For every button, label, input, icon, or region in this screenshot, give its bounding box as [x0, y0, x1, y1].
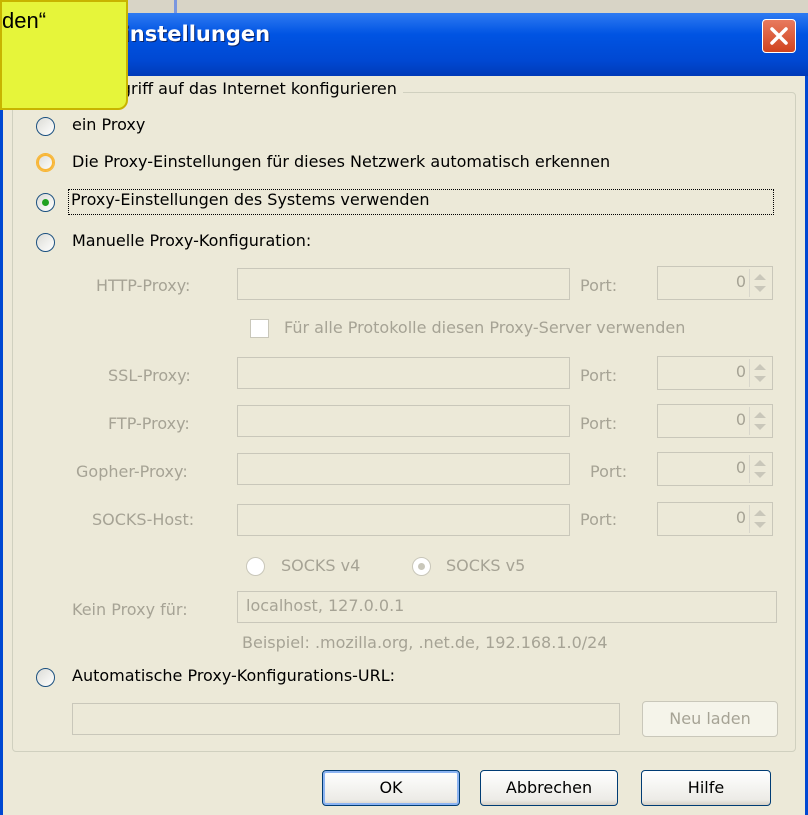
radio-socks-v4[interactable] [246, 557, 265, 576]
socks-port-label: Port: [580, 510, 618, 529]
spin-arrows-icon[interactable] [749, 359, 770, 387]
http-port-stepper[interactable]: 0 [657, 266, 773, 300]
gopher-port-stepper[interactable]: 0 [657, 452, 773, 486]
ssl-proxy-input[interactable] [237, 357, 570, 389]
http-port-value: 0 [735, 272, 746, 291]
radio-selected-dot [42, 199, 49, 206]
ssl-port-label: Port: [580, 366, 618, 385]
spin-arrows-icon[interactable] [749, 407, 770, 435]
radio-socks-v5-label[interactable]: SOCKS v5 [446, 556, 525, 575]
radio-auto-config-url[interactable] [36, 668, 55, 687]
gopher-proxy-input[interactable] [237, 453, 570, 485]
radio-selected-dot [418, 563, 425, 570]
no-proxy-for-input[interactable]: localhost, 127.0.0.1 [237, 591, 777, 623]
radio-manual-proxy[interactable] [36, 233, 55, 252]
http-port-label: Port: [580, 276, 618, 295]
radio-auto-detect-label[interactable]: Die Proxy-Einstellungen für dieses Netzw… [72, 152, 610, 171]
ssl-port-stepper[interactable]: 0 [657, 356, 773, 390]
close-button[interactable] [762, 19, 796, 53]
spin-arrows-icon[interactable] [749, 455, 770, 483]
ftp-proxy-input[interactable] [237, 405, 570, 437]
all-protocols-checkbox[interactable] [250, 319, 269, 338]
close-icon [770, 27, 788, 45]
ftp-port-value: 0 [735, 410, 746, 429]
radio-socks-v5[interactable] [412, 557, 431, 576]
reload-button[interactable]: Neu laden [642, 701, 778, 737]
auto-config-url-input[interactable] [72, 703, 620, 735]
radio-auto-detect[interactable] [36, 153, 55, 172]
ftp-proxy-label: FTP-Proxy: [108, 414, 190, 433]
spin-arrows-icon[interactable] [749, 505, 770, 533]
no-proxy-for-label: Kein Proxy für: [72, 600, 188, 619]
socks-host-label: SOCKS-Host: [92, 510, 195, 529]
ssl-port-value: 0 [735, 362, 746, 381]
annotation-note: den“ [0, 0, 128, 110]
gopher-port-label: Port: [590, 462, 628, 481]
ssl-proxy-label: SSL-Proxy: [108, 366, 191, 385]
socks-port-value: 0 [735, 508, 746, 527]
socks-host-input[interactable] [237, 504, 570, 536]
all-protocols-label[interactable]: Für alle Protokolle diesen Proxy-Server … [284, 318, 685, 337]
http-proxy-input[interactable] [237, 268, 570, 300]
radio-system-proxy-label[interactable]: Proxy-Einstellungen des Systems verwende… [68, 189, 774, 215]
ok-button[interactable]: OK [322, 770, 460, 806]
http-proxy-label: HTTP-Proxy: [96, 276, 191, 295]
radio-no-proxy[interactable] [36, 117, 55, 136]
annotation-note-text: den“ [2, 8, 47, 33]
radio-auto-config-url-label[interactable]: Automatische Proxy-Konfigurations-URL: [72, 666, 395, 685]
radio-manual-proxy-label[interactable]: Manuelle Proxy-Konfiguration: [72, 231, 311, 250]
radio-system-proxy[interactable] [36, 193, 55, 212]
radio-socks-v4-label[interactable]: SOCKS v4 [281, 556, 360, 575]
gopher-port-value: 0 [735, 458, 746, 477]
socks-port-stepper[interactable]: 0 [657, 502, 773, 536]
ftp-port-stepper[interactable]: 0 [657, 404, 773, 438]
radio-no-proxy-label[interactable]: ein Proxy [72, 115, 145, 134]
ftp-port-label: Port: [580, 414, 618, 433]
cancel-button[interactable]: Abbrechen [480, 770, 618, 806]
gopher-proxy-label: Gopher-Proxy: [76, 462, 188, 481]
help-button[interactable]: Hilfe [641, 770, 771, 806]
no-proxy-example: Beispiel: .mozilla.org, .net.de, 192.168… [242, 633, 608, 652]
spin-arrows-icon[interactable] [749, 269, 770, 297]
